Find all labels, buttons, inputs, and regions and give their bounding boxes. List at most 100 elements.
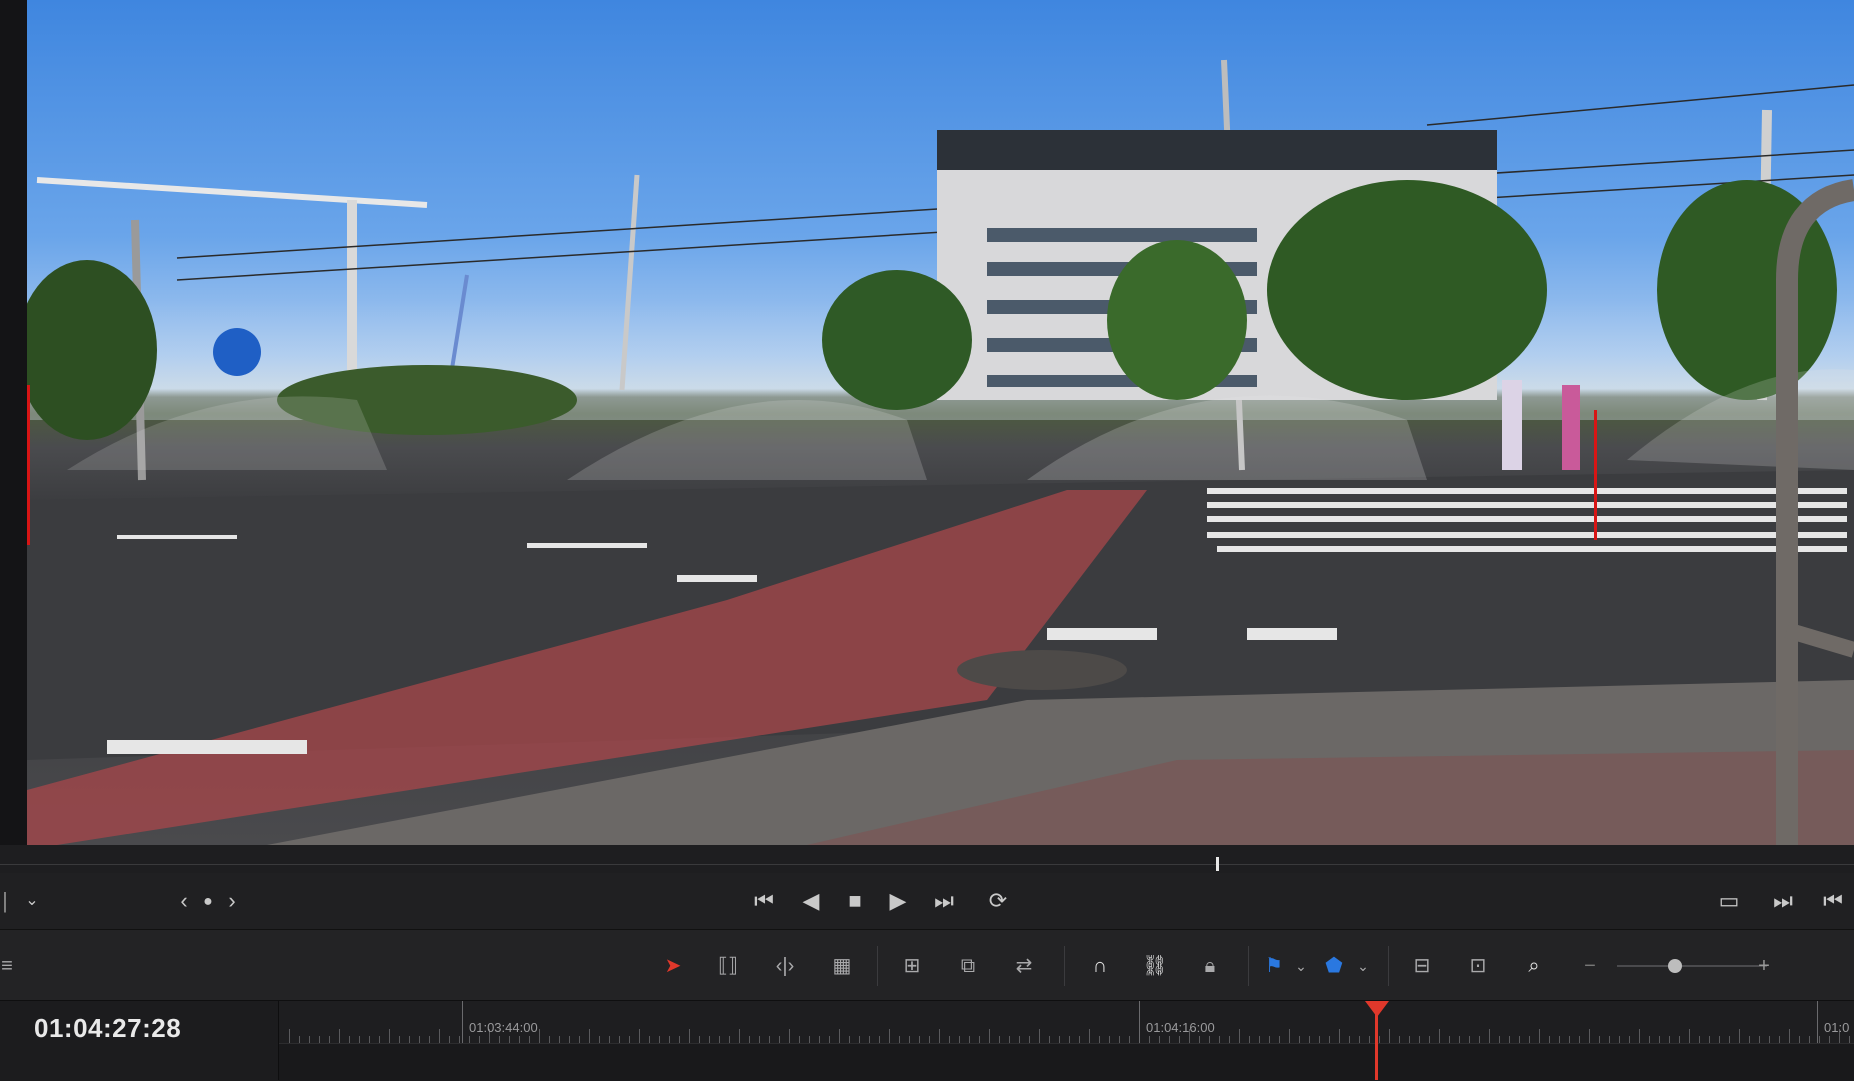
blade-icon[interactable]: ▦ bbox=[822, 952, 862, 980]
ruler-tick bbox=[939, 1029, 940, 1043]
viewer-mode-icon[interactable]: | bbox=[0, 887, 10, 915]
ruler-tick bbox=[899, 1036, 900, 1043]
ruler-tick bbox=[299, 1036, 300, 1043]
ruler-tick bbox=[1299, 1036, 1300, 1043]
ruler-tick bbox=[1689, 1029, 1690, 1043]
ruler-tick bbox=[1119, 1036, 1120, 1043]
ruler-tick bbox=[479, 1036, 480, 1043]
timecode-display: 01:04:27:28 bbox=[34, 1013, 182, 1043]
ruler-major-tick bbox=[1817, 1001, 1818, 1043]
lock-icon[interactable]: 🔒︎ bbox=[1195, 952, 1225, 980]
snapping-icon[interactable]: ∩ bbox=[1085, 952, 1115, 980]
ruler-tick bbox=[1379, 1036, 1380, 1043]
nav-next-button[interactable]: › bbox=[222, 887, 242, 915]
dynamic-trim-icon[interactable]: ‹|› bbox=[765, 952, 805, 980]
marker-dropdown-icon[interactable]: ⌄ bbox=[1354, 952, 1372, 980]
ruler-tick bbox=[919, 1036, 920, 1043]
nav-dot-button[interactable]: ● bbox=[196, 888, 220, 916]
timeline-ruler[interactable]: 01:03:44:00 01:04:16:00 01:0 bbox=[279, 1001, 1854, 1043]
ruler-tick bbox=[1369, 1036, 1370, 1043]
ruler-tick bbox=[1009, 1036, 1010, 1043]
ruler-tick bbox=[509, 1036, 510, 1043]
skip-to-start-icon[interactable]: ⏮ bbox=[748, 887, 780, 915]
insert-clip-icon[interactable]: ⊞ bbox=[892, 952, 932, 980]
ruler-tick bbox=[1099, 1036, 1100, 1043]
ruler-tick bbox=[599, 1036, 600, 1043]
stop-icon[interactable]: ■ bbox=[840, 887, 870, 915]
ruler-tick bbox=[1389, 1029, 1390, 1043]
transport-bar: | ⌄ ‹ ● › ⏮ ◀ ■ ▶ ⏭ ⟳ ▭ ⏭ ⏮ bbox=[0, 873, 1854, 930]
playhead-line[interactable] bbox=[1375, 1006, 1378, 1080]
ruler-tick bbox=[1059, 1036, 1060, 1043]
video-viewer[interactable] bbox=[27, 0, 1854, 845]
flag-icon[interactable]: ⚑ bbox=[1262, 952, 1286, 980]
ruler-tick bbox=[1799, 1036, 1800, 1043]
zoom-slider-handle[interactable] bbox=[1668, 959, 1682, 973]
ruler-tick bbox=[1109, 1036, 1110, 1043]
ruler-tick bbox=[559, 1036, 560, 1043]
ruler-tick bbox=[1589, 1029, 1590, 1043]
next-edit-icon[interactable]: ⏭ bbox=[1770, 887, 1796, 915]
ruler-major-tick bbox=[462, 1001, 463, 1043]
ruler-tick bbox=[1639, 1029, 1640, 1043]
ruler-tick bbox=[1729, 1036, 1730, 1043]
ruler-tick bbox=[1219, 1036, 1220, 1043]
marker-icon[interactable]: ⬟ bbox=[1322, 952, 1346, 980]
zoom-out-button[interactable]: − bbox=[1580, 952, 1600, 980]
scrubber-track[interactable] bbox=[0, 864, 1854, 865]
zoom-in-button[interactable]: + bbox=[1754, 952, 1774, 980]
ruler-tick bbox=[1269, 1036, 1270, 1043]
timeline-track-area[interactable] bbox=[279, 1043, 1854, 1081]
ruler-tick bbox=[989, 1029, 990, 1043]
chevron-down-icon[interactable]: ⌄ bbox=[22, 887, 42, 915]
ruler-tick bbox=[1349, 1036, 1350, 1043]
zoom-slider-track[interactable] bbox=[1617, 965, 1767, 967]
ruler-tick bbox=[409, 1036, 410, 1043]
ruler-tick bbox=[689, 1029, 690, 1043]
prev-edit-icon[interactable]: ⏮ bbox=[1820, 887, 1846, 915]
ruler-tick bbox=[1789, 1029, 1790, 1043]
replace-clip-icon[interactable]: ⇄ bbox=[1004, 952, 1044, 980]
select-tool-icon[interactable]: ➤ bbox=[660, 952, 686, 980]
skip-to-end-icon[interactable]: ⏭ bbox=[928, 887, 960, 915]
ruler-tick bbox=[1719, 1036, 1720, 1043]
ruler-tick bbox=[1409, 1036, 1410, 1043]
ruler-tick bbox=[519, 1036, 520, 1043]
play-icon[interactable]: ▶ bbox=[885, 887, 911, 915]
ruler-tick bbox=[719, 1036, 720, 1043]
ruler-tick bbox=[1329, 1036, 1330, 1043]
step-back-icon[interactable]: ◀ bbox=[798, 887, 824, 915]
scrubber-handle[interactable] bbox=[1216, 857, 1219, 871]
ruler-tick bbox=[1559, 1036, 1560, 1043]
zoom-custom-icon[interactable]: ⌕ bbox=[1512, 952, 1556, 980]
panel-toggle-icon[interactable]: ≡ bbox=[0, 952, 14, 980]
overwrite-clip-icon[interactable]: ⧉ bbox=[948, 952, 988, 980]
ruler-tick bbox=[709, 1036, 710, 1043]
loop-icon[interactable]: ⟳ bbox=[982, 887, 1014, 915]
ruler-tick bbox=[1739, 1029, 1740, 1043]
ruler-tick bbox=[1449, 1036, 1450, 1043]
ruler-tick bbox=[809, 1036, 810, 1043]
ruler-tick bbox=[1699, 1036, 1700, 1043]
ruler-tick bbox=[1209, 1036, 1210, 1043]
ruler-tick bbox=[339, 1029, 340, 1043]
ruler-tick bbox=[399, 1036, 400, 1043]
ruler-tick bbox=[1199, 1036, 1200, 1043]
ruler-major-tick bbox=[1139, 1001, 1140, 1043]
linked-selection-icon[interactable]: ⛓ bbox=[1140, 952, 1170, 980]
flag-dropdown-icon[interactable]: ⌄ bbox=[1292, 952, 1310, 980]
ruler-tick bbox=[629, 1036, 630, 1043]
ruler-tick bbox=[1039, 1029, 1040, 1043]
ruler-tick bbox=[1169, 1036, 1170, 1043]
zoom-full-icon[interactable]: ⊟ bbox=[1400, 952, 1444, 980]
nav-prev-button[interactable]: ‹ bbox=[174, 887, 194, 915]
ruler-tick bbox=[1809, 1036, 1810, 1043]
mini-scrubber[interactable] bbox=[0, 845, 1854, 873]
timeline-header: 01:04:27:28 bbox=[0, 1001, 279, 1080]
ruler-tick bbox=[1089, 1029, 1090, 1043]
safe-area-icon[interactable]: ▭ bbox=[1712, 887, 1746, 915]
ruler-tick bbox=[329, 1036, 330, 1043]
zoom-detail-icon[interactable]: ⊡ bbox=[1456, 952, 1500, 980]
trim-edit-icon[interactable]: ⟦⟧ bbox=[708, 952, 748, 980]
ruler-tick bbox=[659, 1036, 660, 1043]
